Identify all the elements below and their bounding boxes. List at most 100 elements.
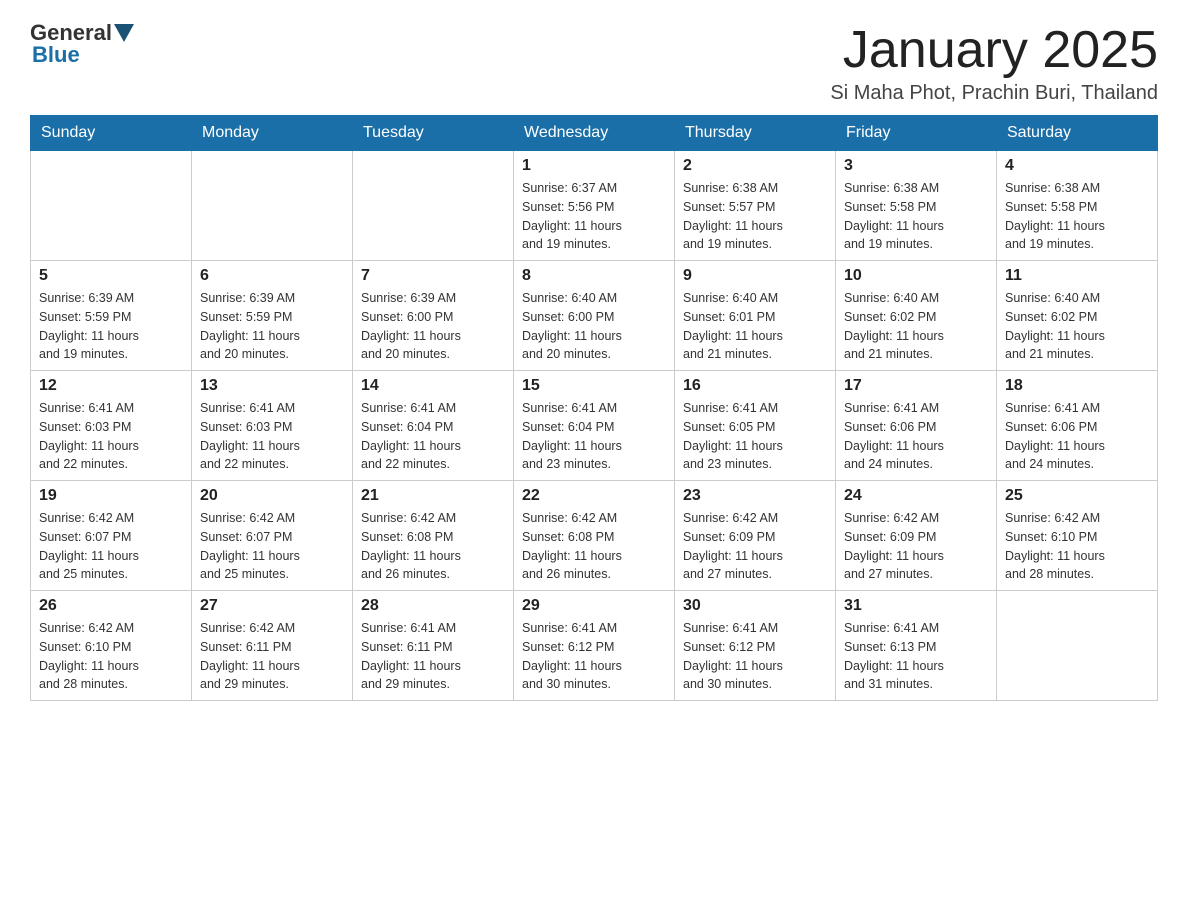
calendar-cell: 19Sunrise: 6:42 AMSunset: 6:07 PMDayligh…: [31, 481, 192, 591]
day-info: Sunrise: 6:41 AMSunset: 6:12 PMDaylight:…: [683, 619, 827, 694]
day-info: Sunrise: 6:40 AMSunset: 6:01 PMDaylight:…: [683, 289, 827, 364]
title-block: January 2025 Si Maha Phot, Prachin Buri,…: [830, 20, 1158, 105]
calendar-cell: 26Sunrise: 6:42 AMSunset: 6:10 PMDayligh…: [31, 591, 192, 701]
logo-triangle-icon: [114, 24, 134, 42]
day-info: Sunrise: 6:39 AMSunset: 5:59 PMDaylight:…: [39, 289, 183, 364]
day-number: 31: [844, 597, 988, 615]
calendar-day-header-wednesday: Wednesday: [514, 116, 675, 151]
day-info: Sunrise: 6:38 AMSunset: 5:58 PMDaylight:…: [844, 179, 988, 254]
calendar-day-header-monday: Monday: [192, 116, 353, 151]
day-info: Sunrise: 6:42 AMSunset: 6:09 PMDaylight:…: [683, 509, 827, 584]
day-info: Sunrise: 6:41 AMSunset: 6:03 PMDaylight:…: [200, 399, 344, 474]
calendar-cell: 17Sunrise: 6:41 AMSunset: 6:06 PMDayligh…: [836, 371, 997, 481]
calendar-cell: [997, 591, 1158, 701]
day-number: 2: [683, 157, 827, 175]
calendar-week-row: 1 Sunrise: 6:37 AMSunset: 5:56 PMDaylight…: [31, 151, 1158, 261]
calendar-cell: 11 Sunrise: 6:40 AMSunset: 6:02 PMDayligh…: [997, 261, 1158, 371]
calendar-table: SundayMondayTuesdayWednesdayThursdayFrid…: [30, 115, 1158, 701]
day-info: Sunrise: 6:42 AMSunset: 6:07 PMDaylight:…: [200, 509, 344, 584]
calendar-cell: 5 Sunrise: 6:39 AMSunset: 5:59 PMDaylight…: [31, 261, 192, 371]
calendar-cell: 8Sunrise: 6:40 AMSunset: 6:00 PMDaylight…: [514, 261, 675, 371]
calendar-cell: 23 Sunrise: 6:42 AMSunset: 6:09 PMDayligh…: [675, 481, 836, 591]
day-number: 4: [1005, 157, 1149, 175]
day-number: 20: [200, 487, 344, 505]
day-info: Sunrise: 6:41 AMSunset: 6:04 PMDaylight:…: [522, 399, 666, 474]
day-number: 21: [361, 487, 505, 505]
day-info: Sunrise: 6:42 AMSunset: 6:09 PMDaylight:…: [844, 509, 988, 584]
day-info: Sunrise: 6:41 AMSunset: 6:11 PMDaylight:…: [361, 619, 505, 694]
calendar-cell: 27 Sunrise: 6:42 AMSunset: 6:11 PMDayligh…: [192, 591, 353, 701]
day-number: 12: [39, 377, 183, 395]
day-number: 14: [361, 377, 505, 395]
calendar-week-row: 19 Sunrise: 6:42 AMSunset: 6:07 PMDayligh…: [31, 481, 1158, 591]
calendar-cell: 29 Sunrise: 6:41 AMSunset: 6:12 PMDayligh…: [514, 591, 675, 701]
day-info: Sunrise: 6:41 AMSunset: 6:04 PMDaylight:…: [361, 399, 505, 474]
day-info: Sunrise: 6:41 AMSunset: 6:06 PMDaylight:…: [1005, 399, 1149, 474]
day-number: 29: [522, 597, 666, 615]
calendar-cell: 16Sunrise: 6:41 AMSunset: 6:05 PMDayligh…: [675, 371, 836, 481]
calendar-header-row: SundayMondayTuesdayWednesdayThursdayFrid…: [31, 116, 1158, 151]
calendar-cell: 2 Sunrise: 6:38 AMSunset: 5:57 PMDaylight…: [675, 151, 836, 261]
day-number: 17: [844, 377, 988, 395]
day-info: Sunrise: 6:38 AMSunset: 5:57 PMDaylight:…: [683, 179, 827, 254]
page-header: General Blue January 2025 Si Maha Phot, …: [30, 20, 1158, 105]
day-info: Sunrise: 6:38 AMSunset: 5:58 PMDaylight:…: [1005, 179, 1149, 254]
day-info: Sunrise: 6:41 AMSunset: 6:12 PMDaylight:…: [522, 619, 666, 694]
day-info: Sunrise: 6:42 AMSunset: 6:11 PMDaylight:…: [200, 619, 344, 694]
day-number: 18: [1005, 377, 1149, 395]
calendar-cell: 28 Sunrise: 6:41 AMSunset: 6:11 PMDayligh…: [353, 591, 514, 701]
day-number: 1: [522, 157, 666, 175]
day-number: 23: [683, 487, 827, 505]
calendar-day-header-saturday: Saturday: [997, 116, 1158, 151]
calendar-week-row: 5 Sunrise: 6:39 AMSunset: 5:59 PMDaylight…: [31, 261, 1158, 371]
day-number: 24: [844, 487, 988, 505]
calendar-cell: 21 Sunrise: 6:42 AMSunset: 6:08 PMDayligh…: [353, 481, 514, 591]
day-number: 5: [39, 267, 183, 285]
calendar-cell: 25 Sunrise: 6:42 AMSunset: 6:10 PMDayligh…: [997, 481, 1158, 591]
day-info: Sunrise: 6:42 AMSunset: 6:10 PMDaylight:…: [1005, 509, 1149, 584]
calendar-cell: 4 Sunrise: 6:38 AMSunset: 5:58 PMDaylight…: [997, 151, 1158, 261]
calendar-cell: 18 Sunrise: 6:41 AMSunset: 6:06 PMDayligh…: [997, 371, 1158, 481]
day-number: 25: [1005, 487, 1149, 505]
calendar-cell: [31, 151, 192, 261]
day-info: Sunrise: 6:41 AMSunset: 6:13 PMDaylight:…: [844, 619, 988, 694]
day-number: 13: [200, 377, 344, 395]
day-number: 22: [522, 487, 666, 505]
calendar-cell: 14 Sunrise: 6:41 AMSunset: 6:04 PMDayligh…: [353, 371, 514, 481]
day-number: 27: [200, 597, 344, 615]
day-info: Sunrise: 6:41 AMSunset: 6:05 PMDaylight:…: [683, 399, 827, 474]
calendar-cell: 15 Sunrise: 6:41 AMSunset: 6:04 PMDayligh…: [514, 371, 675, 481]
calendar-cell: 31 Sunrise: 6:41 AMSunset: 6:13 PMDayligh…: [836, 591, 997, 701]
logo-blue-text: Blue: [32, 42, 80, 68]
day-number: 19: [39, 487, 183, 505]
day-info: Sunrise: 6:42 AMSunset: 6:08 PMDaylight:…: [361, 509, 505, 584]
day-info: Sunrise: 6:41 AMSunset: 6:03 PMDaylight:…: [39, 399, 183, 474]
day-number: 28: [361, 597, 505, 615]
day-info: Sunrise: 6:39 AMSunset: 6:00 PMDaylight:…: [361, 289, 505, 364]
calendar-cell: 24 Sunrise: 6:42 AMSunset: 6:09 PMDayligh…: [836, 481, 997, 591]
calendar-cell: 22Sunrise: 6:42 AMSunset: 6:08 PMDayligh…: [514, 481, 675, 591]
day-number: 7: [361, 267, 505, 285]
calendar-cell: 13 Sunrise: 6:41 AMSunset: 6:03 PMDayligh…: [192, 371, 353, 481]
calendar-cell: 1 Sunrise: 6:37 AMSunset: 5:56 PMDaylight…: [514, 151, 675, 261]
day-number: 15: [522, 377, 666, 395]
day-number: 30: [683, 597, 827, 615]
day-number: 3: [844, 157, 988, 175]
day-info: Sunrise: 6:37 AMSunset: 5:56 PMDaylight:…: [522, 179, 666, 254]
calendar-day-header-tuesday: Tuesday: [353, 116, 514, 151]
calendar-cell: 6Sunrise: 6:39 AMSunset: 5:59 PMDaylight…: [192, 261, 353, 371]
calendar-cell: [192, 151, 353, 261]
calendar-day-header-friday: Friday: [836, 116, 997, 151]
calendar-cell: 12 Sunrise: 6:41 AMSunset: 6:03 PMDayligh…: [31, 371, 192, 481]
day-info: Sunrise: 6:40 AMSunset: 6:02 PMDaylight:…: [1005, 289, 1149, 364]
day-number: 6: [200, 267, 344, 285]
calendar-day-header-thursday: Thursday: [675, 116, 836, 151]
calendar-cell: 9 Sunrise: 6:40 AMSunset: 6:01 PMDaylight…: [675, 261, 836, 371]
calendar-week-row: 12 Sunrise: 6:41 AMSunset: 6:03 PMDayligh…: [31, 371, 1158, 481]
calendar-cell: 3 Sunrise: 6:38 AMSunset: 5:58 PMDaylight…: [836, 151, 997, 261]
day-number: 9: [683, 267, 827, 285]
calendar-cell: 20 Sunrise: 6:42 AMSunset: 6:07 PMDayligh…: [192, 481, 353, 591]
day-number: 11: [1005, 267, 1149, 285]
calendar-cell: 7 Sunrise: 6:39 AMSunset: 6:00 PMDaylight…: [353, 261, 514, 371]
day-info: Sunrise: 6:40 AMSunset: 6:00 PMDaylight:…: [522, 289, 666, 364]
